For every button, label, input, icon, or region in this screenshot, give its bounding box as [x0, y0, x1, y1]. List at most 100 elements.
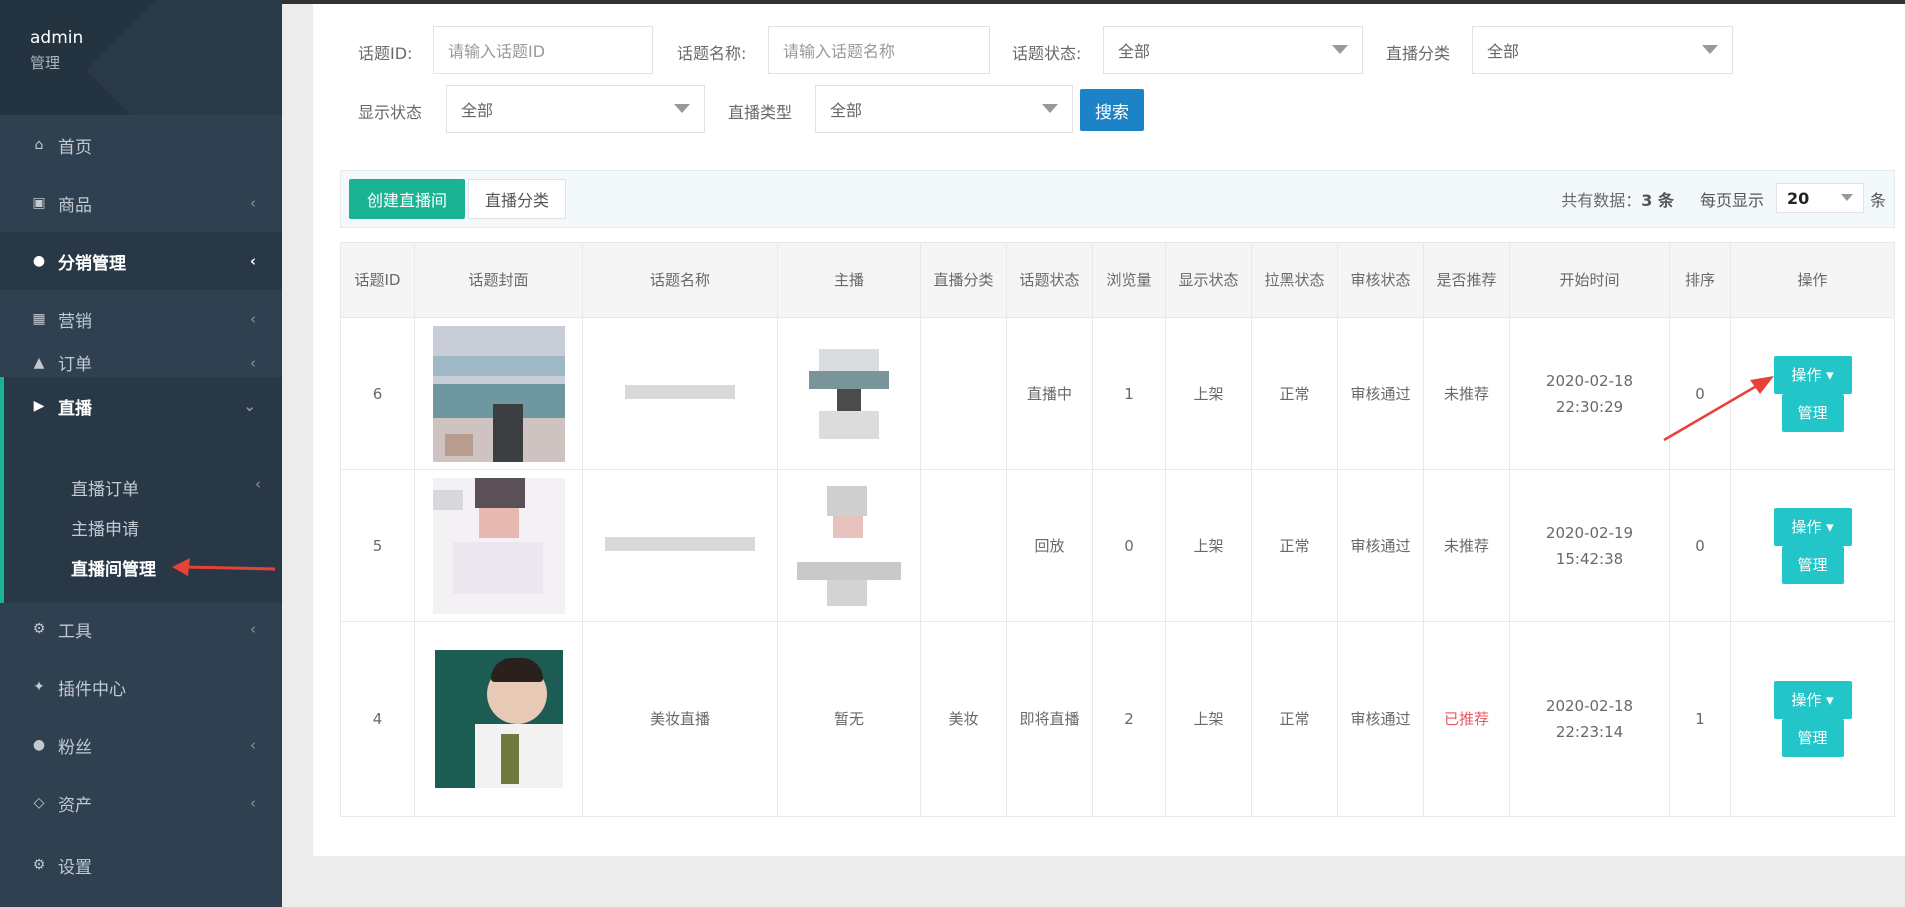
cell-display: 上架 [1165, 317, 1252, 470]
per-page-value: 20 [1787, 188, 1810, 208]
total-count: 共有数据：3 条 [1561, 187, 1674, 211]
home-icon: ⌂ [34, 137, 44, 153]
display-status-value: 全部 [461, 101, 494, 120]
cell-id: 5 [340, 469, 415, 622]
diamond-icon: ◇ [33, 795, 45, 811]
cover-image[interactable] [432, 477, 565, 614]
cell-audit: 审核通过 [1337, 317, 1424, 470]
nav-assets[interactable]: ◇ 资产 ‹ [0, 774, 282, 832]
per-page-select[interactable]: 20 [1776, 183, 1864, 213]
table-row: 5 回放 0 上架 正常 审核通过 未推荐 2020-02-19 15:42:3… [340, 469, 1895, 622]
topic-name-input[interactable]: 请输入话题名称 [768, 26, 990, 74]
cell-actions: 操作 ▾ 管理 [1730, 469, 1895, 622]
topic-status-select[interactable]: 全部 [1103, 26, 1363, 74]
chevron-left-icon: ‹ [249, 252, 256, 270]
cell-start-time: 2020-02-19 15:42:38 [1509, 469, 1670, 622]
col-header: 拉黑状态 [1251, 242, 1338, 318]
gift-icon: ▦ [32, 311, 46, 327]
user-name[interactable]: admin [30, 28, 83, 48]
total-value: 3 条 [1641, 191, 1674, 210]
category-select[interactable]: 全部 [1472, 26, 1733, 74]
start-date: 2020-02-18 [1545, 371, 1634, 390]
chevron-down-icon: ⌄ [243, 397, 256, 415]
subnav-live-orders-label: 直播订单 [71, 480, 139, 500]
cell-cover [414, 621, 583, 817]
col-header: 排序 [1669, 242, 1731, 318]
nav-plugins[interactable]: ✦ 插件中心 [0, 658, 282, 716]
sidebar: admin 管理 ⌂ 首页 ▣ 商品 ‹ ● 分销管理 ‹ ▦ 营销 ‹ ▲ 订… [0, 0, 282, 907]
cell-actions: 操作 ▾ 管理 [1730, 621, 1895, 817]
cart-icon: ▲ [33, 354, 45, 371]
cell-status: 回放 [1006, 469, 1093, 622]
create-live-room-button[interactable]: 创建直播间 [349, 179, 465, 219]
topic-id-input[interactable]: 请输入话题ID [433, 26, 653, 74]
filter-topic-status-label: 话题状态: [1012, 44, 1082, 63]
nav-settings[interactable]: ⚙ 设置 [0, 836, 282, 894]
cell-views: 2 [1092, 621, 1166, 817]
nav-tools[interactable]: ⚙ 工具 ‹ [0, 600, 282, 658]
caret-down-icon [1841, 194, 1853, 201]
nav-home-label: 首页 [58, 137, 92, 158]
cell-id: 4 [340, 621, 415, 817]
subnav-live-orders[interactable]: 直播订单 ‹ [71, 475, 271, 500]
nav-live[interactable]: ▶ 直播 ⌄ [0, 377, 282, 435]
chevron-left-icon: ‹ [250, 194, 256, 212]
cell-display: 上架 [1165, 621, 1252, 817]
nav-distribution-label: 分销管理 [58, 253, 126, 274]
op-label: 操作 [1791, 517, 1822, 536]
live-type-select[interactable]: 全部 [815, 85, 1073, 133]
col-header: 操作 [1730, 242, 1895, 318]
operation-dropdown-button[interactable]: 操作 ▾ [1773, 355, 1852, 394]
cell-anchor [777, 317, 921, 470]
cover-image[interactable] [434, 650, 563, 788]
live-topics-table: 话题ID 话题封面 话题名称 主播 直播分类 话题状态 浏览量 显示状态 拉黑状… [340, 242, 1895, 817]
col-header: 话题名称 [582, 242, 778, 318]
cell-category [920, 469, 1007, 622]
manage-button[interactable]: 管理 [1781, 545, 1844, 584]
nav-fans[interactable]: ● 粉丝 ‹ [0, 716, 282, 774]
nav-home[interactable]: ⌂ 首页 [0, 116, 282, 174]
col-header: 审核状态 [1337, 242, 1424, 318]
subnav-live-room-manage[interactable]: 直播间管理 [71, 555, 156, 580]
manage-button[interactable]: 管理 [1781, 719, 1844, 757]
cell-category: 美妆 [920, 621, 1007, 817]
gear-icon: ⚙ [32, 621, 46, 637]
manage-button[interactable]: 管理 [1781, 393, 1844, 432]
nav-order[interactable]: ▲ 订单 ‹ [0, 348, 282, 377]
nav-order-label: 订单 [58, 355, 92, 375]
nav-product[interactable]: ▣ 商品 ‹ [0, 174, 282, 232]
nav-settings-label: 设置 [58, 857, 92, 878]
subnav-anchor-apply[interactable]: 主播申请 [71, 515, 139, 540]
cell-display: 上架 [1165, 469, 1252, 622]
live-category-button[interactable]: 直播分类 [468, 179, 566, 219]
chevron-left-icon: ‹ [250, 353, 256, 372]
live-type-value: 全部 [830, 101, 863, 120]
filter-category-label: 直播分类 [1386, 44, 1451, 63]
operation-dropdown-button[interactable]: 操作 ▾ [1773, 507, 1852, 546]
nav-live-label: 直播 [58, 398, 92, 419]
caret-down-icon [1042, 104, 1058, 113]
search-button[interactable]: 搜索 [1080, 89, 1144, 131]
category-value: 全部 [1487, 42, 1520, 61]
nav-distribution[interactable]: ● 分销管理 ‹ [0, 232, 282, 290]
cover-image[interactable] [432, 325, 565, 462]
cell-recommend: 已推荐 [1423, 621, 1510, 817]
cell-category [920, 317, 1007, 470]
display-status-select[interactable]: 全部 [446, 85, 705, 133]
start-time: 15:42:38 [1555, 549, 1624, 568]
col-header: 话题封面 [414, 242, 583, 318]
filter-display-label: 显示状态 [358, 103, 423, 122]
caret-down-icon: ▾ [1826, 691, 1834, 709]
topic-status-value: 全部 [1118, 42, 1151, 61]
col-header: 是否推荐 [1423, 242, 1510, 318]
col-header: 话题ID [340, 242, 415, 318]
operation-dropdown-button[interactable]: 操作 ▾ [1773, 681, 1852, 719]
user-role: 管理 [30, 54, 61, 72]
chevron-left-icon: ‹ [255, 475, 261, 493]
caret-down-icon [1702, 45, 1718, 54]
caret-down-icon [1332, 45, 1348, 54]
cell-views: 0 [1092, 469, 1166, 622]
nav-tools-label: 工具 [58, 621, 92, 642]
cell-id: 6 [340, 317, 415, 470]
nav-marketing[interactable]: ▦ 营销 ‹ [0, 290, 282, 348]
